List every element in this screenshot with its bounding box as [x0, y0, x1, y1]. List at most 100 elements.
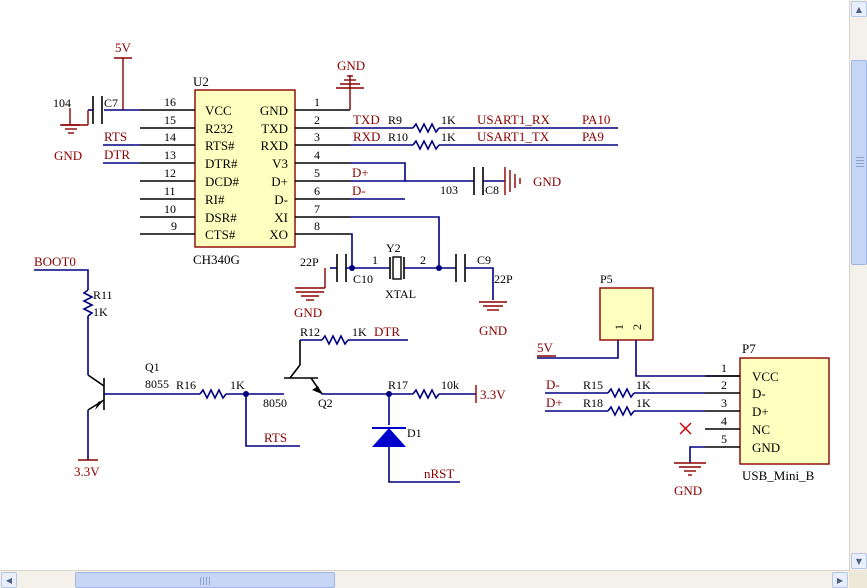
u2-pin-rxd-label: RXD: [261, 138, 288, 153]
horizontal-grip-icon: [200, 577, 210, 585]
u2-pin9-num: 9: [171, 219, 177, 233]
net-boot0: BOOT0: [34, 254, 76, 269]
p7-pin-gnd-label: GND: [752, 440, 780, 455]
gnd-symbol-c10: [295, 268, 326, 301]
net-usart1-tx: USART1_TX: [477, 129, 550, 144]
u2-pin-cts-label: CTS#: [205, 227, 236, 242]
r18-resistor[interactable]: [607, 405, 635, 417]
vertical-scrollbar[interactable]: ▲ ▼: [849, 0, 867, 570]
r11-value: 1K: [93, 305, 108, 319]
gnd-symbol-c7: [60, 108, 89, 134]
r17-resistor[interactable]: [412, 388, 440, 400]
scroll-down-button[interactable]: ▼: [851, 553, 867, 569]
u2-right-pins: [295, 109, 350, 235]
r9-value: 1K: [441, 113, 456, 127]
power-5v-p5: 5V: [537, 340, 554, 355]
c9-value: 22P: [494, 272, 513, 286]
u2-pin7-num: 7: [314, 202, 320, 216]
wire-c9-gnd: [465, 267, 494, 300]
u2-pin-dcd-label: DCD#: [205, 174, 239, 189]
r17-value: 10k: [441, 378, 459, 392]
gnd-symbol-c9: [479, 301, 507, 311]
u2-pin-dsr-label: DSR#: [205, 210, 237, 225]
r11-designator: R11: [93, 288, 113, 302]
u2-pin5-num: 5: [314, 166, 320, 180]
d1-designator: D1: [407, 426, 422, 440]
r12-designator: R12: [300, 325, 320, 339]
scroll-left-button[interactable]: ◀: [1, 572, 17, 588]
r10-resistor[interactable]: [412, 139, 440, 151]
u2-designator: U2: [193, 74, 209, 89]
schematic-canvas[interactable]: U2 CH340G 16 15 14 13 12 11 10 9 VCC R23…: [0, 0, 849, 570]
u2-pin12-num: 12: [164, 166, 176, 180]
p5-pin1: 1: [612, 324, 626, 330]
net-dminus-usb: D-: [546, 377, 560, 392]
u2-pin-rts-label: RTS#: [205, 138, 235, 153]
p5-body[interactable]: [599, 287, 654, 341]
u2-pin14-num: 14: [164, 130, 176, 144]
c10-capacitor[interactable]: [336, 254, 347, 282]
r17-designator: R17: [388, 378, 408, 392]
wire-xo: [350, 233, 353, 268]
vertical-scroll-thumb[interactable]: [851, 60, 867, 265]
net-rts-u2: RTS: [104, 129, 127, 144]
p7-pin4-num: 4: [721, 414, 727, 428]
r16-designator: R16: [176, 378, 196, 392]
q2-transistor[interactable]: [284, 340, 323, 395]
power-5v-label: 5V: [115, 40, 132, 55]
gnd-label-c10: GND: [294, 305, 322, 320]
y2-value: XTAL: [385, 287, 416, 301]
net-dplus-u2: D+: [352, 165, 369, 180]
r12-resistor[interactable]: [321, 334, 349, 346]
r9-designator: R9: [388, 113, 402, 127]
r10-value: 1K: [441, 130, 456, 144]
net-dplus-usb: D+: [546, 395, 563, 410]
gnd-label-u2: GND: [337, 58, 365, 73]
horizontal-scroll-thumb[interactable]: [75, 572, 335, 588]
u2-pin-r232-label: R232: [205, 121, 233, 136]
c7-designator: C7: [104, 96, 118, 110]
scroll-up-button[interactable]: ▲: [851, 1, 867, 17]
gnd-symbol-c8: [504, 167, 521, 195]
u2-pin-dplus-label: D+: [271, 174, 288, 189]
net-usart1-rx: USART1_RX: [477, 112, 551, 127]
r18-value: 1K: [636, 396, 651, 410]
scroll-right-button[interactable]: ▶: [832, 572, 848, 588]
y2-crystal[interactable]: [389, 256, 405, 280]
r16-resistor[interactable]: [199, 388, 227, 400]
u2-pin15-num: 15: [164, 113, 176, 127]
p7-pin-dminus-label: D-: [752, 386, 766, 401]
gnd-symbol-u2: [336, 75, 364, 110]
net-rxd: RXD: [353, 129, 380, 144]
r18-designator: R18: [583, 396, 603, 410]
net-txd: TXD: [353, 112, 380, 127]
u2-pin13-num: 13: [164, 148, 176, 162]
u2-pin4-num: 4: [314, 148, 320, 162]
u2-pin-dminus-label: D-: [274, 192, 288, 207]
u2-pin-txd-label: TXD: [261, 121, 288, 136]
r15-resistor[interactable]: [607, 387, 635, 399]
nc-x-marker: [679, 422, 692, 435]
y2-pin2: 2: [420, 253, 426, 267]
u2-pin1-num: 1: [314, 95, 320, 109]
u2-pin2-num: 2: [314, 113, 320, 127]
horizontal-scrollbar[interactable]: ◀ ▶: [0, 570, 849, 588]
c9-designator: C9: [477, 253, 491, 267]
r9-resistor[interactable]: [412, 122, 440, 134]
c10-designator: C10: [353, 272, 373, 286]
u2-pin11-num: 11: [164, 184, 176, 198]
schematic-drawing: U2 CH340G 16 15 14 13 12 11 10 9 VCC R23…: [34, 40, 830, 498]
q1-designator: Q1: [145, 360, 160, 374]
c8-capacitor[interactable]: [473, 167, 484, 195]
u2-pin-gnd-label: GND: [260, 103, 288, 118]
q2-part: 8050: [263, 396, 287, 410]
r11-resistor[interactable]: [82, 289, 94, 317]
r12-value: 1K: [352, 325, 367, 339]
net-dtr-u2: DTR: [104, 147, 130, 162]
c7-capacitor[interactable]: [88, 96, 103, 124]
u2-pin-v3-label: V3: [272, 156, 288, 171]
u2-pin-xi-label: XI: [274, 210, 288, 225]
d1-diode[interactable]: [372, 427, 406, 447]
c9-capacitor[interactable]: [455, 254, 466, 282]
net-rts-q: RTS: [264, 430, 287, 445]
